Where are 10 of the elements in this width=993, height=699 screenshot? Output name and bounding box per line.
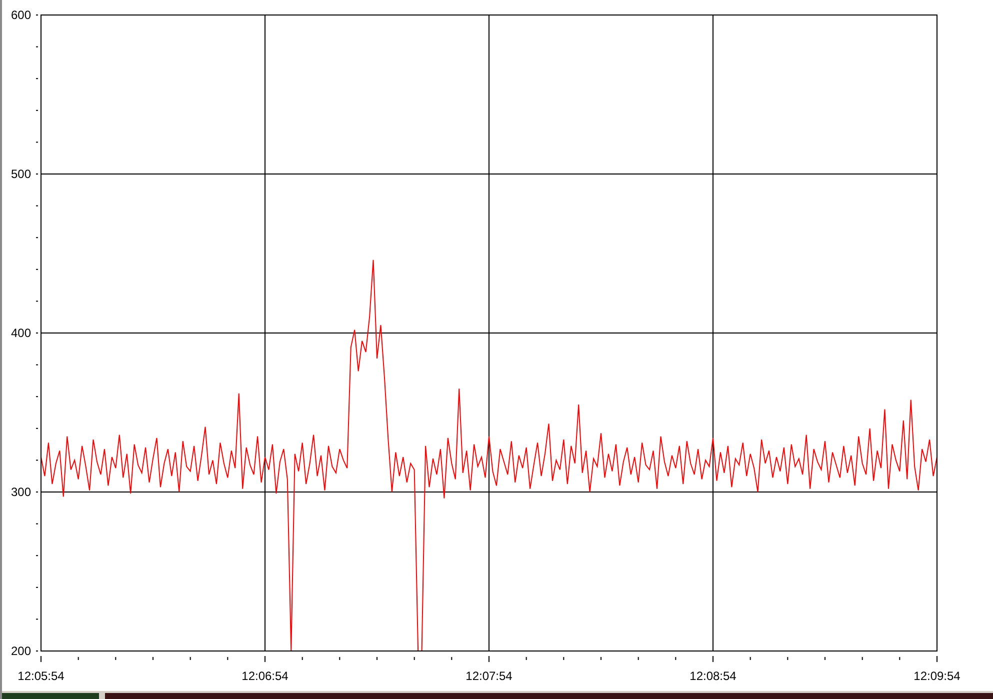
axis-label: 12:05:54 <box>18 669 64 683</box>
axis-label: 12:08:54 <box>690 669 736 683</box>
axis-label: 12:09:54 <box>914 669 960 683</box>
axis-label: 600 <box>10 8 31 22</box>
axis-label: 400 <box>10 326 31 340</box>
axis-label: 12:07:54 <box>466 669 512 683</box>
axis-label: 200 <box>10 644 31 658</box>
axis-label: 12:06:54 <box>242 669 288 683</box>
axis-label: 500 <box>10 167 31 181</box>
axis-label: 300 <box>10 485 31 499</box>
